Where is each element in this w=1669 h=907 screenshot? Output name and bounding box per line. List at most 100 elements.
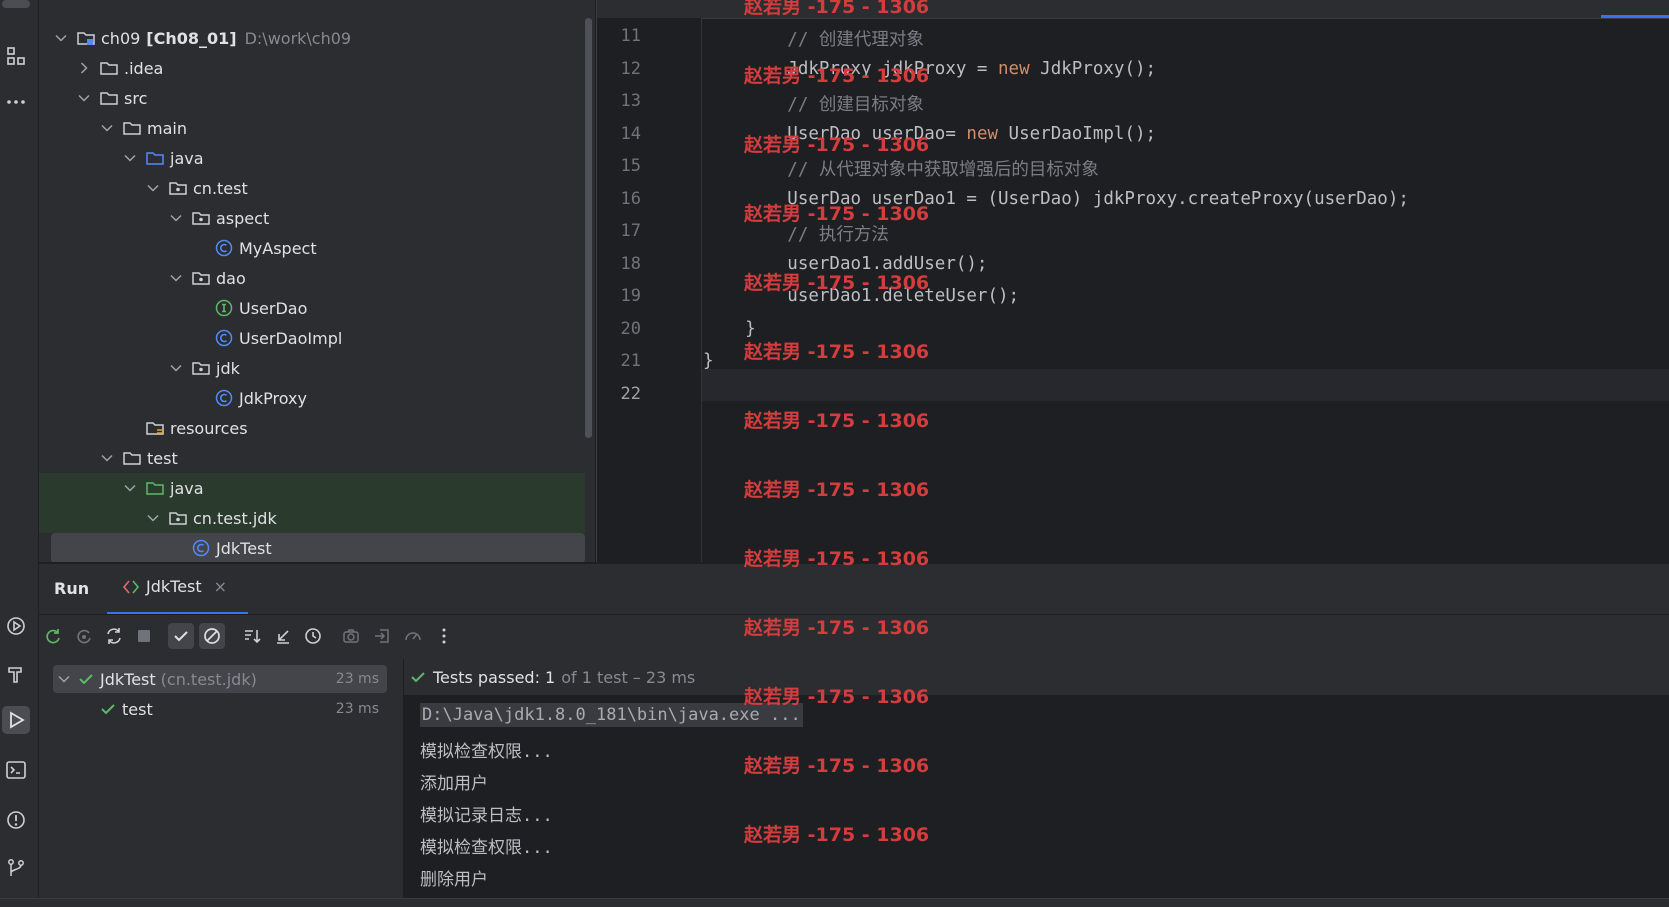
code-line[interactable]: } — [703, 319, 756, 339]
tree-item[interactable]: src — [39, 83, 585, 113]
tree-item[interactable]: main — [39, 113, 585, 143]
build-hammer-icon[interactable] — [2, 660, 30, 688]
code-line[interactable]: } — [703, 351, 714, 371]
tree-item-label: JdkProxy — [239, 388, 307, 408]
structure-icon[interactable] — [2, 42, 30, 70]
tree-item[interactable]: UserDaoImpl — [39, 323, 585, 353]
tree-item[interactable]: java — [39, 473, 585, 503]
rerun-failed-icon[interactable] — [71, 623, 97, 649]
sort-icon[interactable] — [239, 623, 265, 649]
line-number: 13 — [620, 91, 641, 111]
tree-item[interactable]: UserDao — [39, 293, 585, 323]
line-number: 19 — [620, 286, 641, 306]
code-editor[interactable]: 11 12 13 14 15 16 17 18 19 20 21 22 // 创建代理对象 JdkPr… — [596, 0, 1669, 562]
tree-item[interactable]: test — [39, 443, 585, 473]
run-tool-icon[interactable] — [2, 706, 30, 734]
rerun-icon[interactable] — [40, 623, 66, 649]
keyword-token: new — [966, 123, 999, 144]
show-ignored-icon[interactable] — [199, 623, 225, 649]
line-number: 17 — [620, 221, 641, 241]
chevron-down-icon[interactable] — [169, 271, 183, 285]
git-branch-icon[interactable] — [2, 854, 30, 882]
tree-item[interactable]: JdkProxy — [39, 383, 585, 413]
chevron-down-icon[interactable] — [123, 481, 137, 495]
code-token: userDao1.deleteUser(); — [703, 286, 1020, 306]
chevron-down-icon[interactable] — [146, 511, 160, 525]
tree-item-label: resources — [170, 418, 248, 438]
code-line[interactable]: JdkProxy jdkProxy = new JdkProxy(); — [703, 59, 1156, 79]
more-options-icon[interactable] — [431, 623, 457, 649]
comment-token: // 创建代理对象 — [703, 30, 924, 50]
tree-item[interactable]: MyAspect — [39, 233, 585, 263]
chevron-down-icon[interactable] — [100, 451, 114, 465]
tree-item[interactable]: JdkTest — [51, 533, 585, 562]
module-name: [Ch08_01] — [146, 28, 237, 48]
test-source-folder-icon — [146, 482, 164, 495]
coverage-gauge-icon[interactable] — [400, 623, 426, 649]
stop-icon[interactable] — [131, 623, 157, 649]
problems-icon[interactable] — [2, 806, 30, 834]
class-icon — [192, 539, 210, 557]
chevron-down-icon[interactable] — [54, 31, 68, 45]
run-title: Run — [54, 579, 90, 598]
editor-tabs-strip[interactable] — [597, 0, 1669, 19]
active-tab-indicator — [1601, 15, 1669, 18]
tree-item[interactable]: dao — [39, 263, 585, 293]
line-number: 22 — [620, 383, 641, 404]
tree-item[interactable]: cn.test — [39, 173, 585, 203]
code-line[interactable]: // 从代理对象中获取增强后的目标对象 — [703, 156, 1099, 181]
project-tree-scrollbar[interactable] — [585, 18, 592, 438]
console-output-line: 删除用户 — [420, 870, 488, 890]
chevron-down-icon[interactable] — [57, 672, 71, 686]
tree-item[interactable]: .idea — [39, 53, 585, 83]
chevron-down-icon[interactable] — [169, 211, 183, 225]
code-line[interactable]: userDao1.deleteUser(); — [703, 286, 1019, 306]
console-output[interactable]: Tests passed: 1 of 1 test – 23 ms D:\Jav… — [404, 659, 1669, 907]
more-tools-icon[interactable] — [2, 88, 30, 116]
services-icon[interactable] — [2, 612, 30, 640]
import-tests-icon[interactable] — [369, 623, 395, 649]
code-line[interactable]: // 创建代理对象 — [703, 26, 924, 51]
activity-bar — [0, 0, 39, 906]
code-line[interactable]: // 创建目标对象 — [703, 91, 924, 116]
close-tab-icon[interactable]: × — [214, 577, 227, 596]
chevron-down-icon[interactable] — [123, 151, 137, 165]
chevron-down-icon[interactable] — [100, 121, 114, 135]
project-tool-icon[interactable] — [2, 0, 30, 8]
chevron-down-icon[interactable] — [146, 181, 160, 195]
chevron-right-icon[interactable] — [77, 61, 91, 75]
code-line[interactable]: UserDao userDao= new UserDaoImpl(); — [703, 124, 1156, 144]
show-passed-icon[interactable] — [168, 623, 194, 649]
console-output-line: 模拟记录日志... — [420, 806, 553, 826]
passed-check-icon — [411, 672, 425, 683]
tree-item[interactable]: java — [39, 143, 585, 173]
test-status-line: Tests passed: 1 of 1 test – 23 ms — [404, 659, 1669, 696]
test-name: test — [122, 699, 153, 719]
tree-item[interactable]: resources — [39, 413, 585, 443]
code-line[interactable]: UserDao userDao1 = (UserDao) jdkProxy.cr… — [703, 189, 1409, 209]
class-icon — [215, 389, 233, 407]
line-number: 21 — [620, 351, 641, 371]
collapse-all-icon[interactable] — [270, 623, 296, 649]
test-result-item[interactable]: test 23 ms — [53, 695, 387, 723]
tree-item[interactable]: cn.test.jdk — [39, 503, 585, 533]
chevron-down-icon[interactable] — [169, 361, 183, 375]
screenshot-icon[interactable] — [338, 623, 364, 649]
tree-item[interactable]: ch09 [Ch08_01] D:\work\ch09 — [39, 23, 585, 53]
line-number: 15 — [620, 156, 641, 176]
test-history-icon[interactable] — [300, 623, 326, 649]
code-line[interactable]: // 执行方法 — [703, 221, 889, 246]
console-command-text[interactable]: D:\Java\jdk1.8.0_181\bin\java.exe ... — [420, 703, 803, 727]
toggle-auto-test-icon[interactable] — [101, 623, 127, 649]
code-token: userDao1.addUser(); — [703, 253, 988, 274]
chevron-down-icon[interactable] — [77, 91, 91, 105]
comment-token: // 从代理对象中获取增强后的目标对象 — [703, 160, 1099, 180]
run-tab-jdktest[interactable]: JdkTest × — [122, 577, 227, 596]
test-result-item[interactable]: JdkTest (cn.test.jdk) 23 ms — [53, 665, 387, 693]
tree-item[interactable]: jdk — [39, 353, 585, 383]
terminal-icon[interactable] — [2, 756, 30, 784]
tests-passed-detail: of 1 test – 23 ms — [561, 667, 696, 687]
code-line[interactable]: userDao1.addUser(); — [703, 254, 987, 274]
tree-item[interactable]: aspect — [39, 203, 585, 233]
keyword-token: new — [998, 58, 1030, 79]
